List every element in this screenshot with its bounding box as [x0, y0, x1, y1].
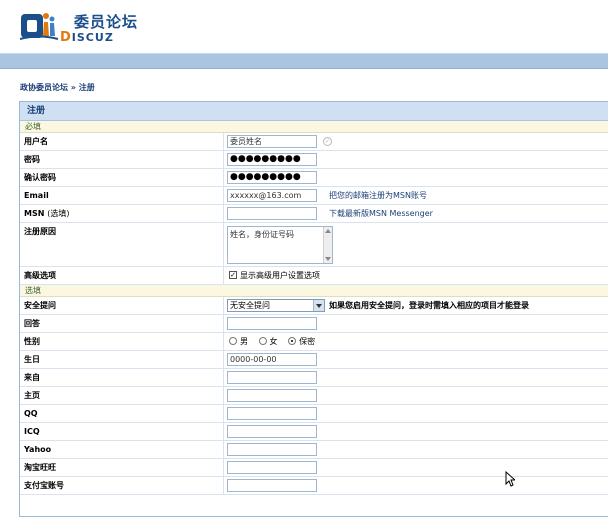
gender-option-female[interactable]: 女 [258, 337, 278, 346]
discuz-logo[interactable]: 委员论坛 DISCUZ [20, 8, 137, 45]
alipay-label: 支付宝账号 [24, 477, 224, 494]
icq-input[interactable] [227, 425, 317, 438]
textarea-scrollbar[interactable] [323, 227, 332, 263]
birthday-label: 生日 [24, 351, 224, 368]
chevron-down-icon[interactable] [313, 300, 324, 311]
qq-input[interactable] [227, 407, 317, 420]
nav-bar [0, 53, 608, 69]
msn-register-link[interactable]: 把您的邮箱注册为MSN账号 [329, 187, 427, 204]
security-question-row: 安全提问 无安全提问 如果您启用安全提问，登录时需填入相应的项目才能登录 [20, 297, 608, 315]
location-label: 来自 [24, 369, 224, 386]
gender-option-secret[interactable]: 保密 [288, 337, 315, 346]
logo-figure-icon [20, 13, 58, 40]
email-row: Email xxxxxx@163.com 把您的邮箱注册为MSN账号 [20, 187, 608, 205]
confirm-password-row: 确认密码 ●●●●●●●●● [20, 169, 608, 187]
password-row: 密码 ●●●●●●●●● [20, 151, 608, 169]
yahoo-row: Yahoo [20, 441, 608, 459]
qq-label: QQ [24, 405, 224, 422]
advanced-options-label[interactable]: 显示高级用户设置选项 [240, 267, 320, 284]
location-input[interactable] [227, 371, 317, 384]
answer-label: 回答 [24, 315, 224, 332]
password-input[interactable]: ●●●●●●●●● [227, 153, 317, 166]
breadcrumb: 政协委员论坛 » 注册 [20, 82, 95, 93]
advanced-label: 高级选项 [24, 267, 224, 284]
yahoo-label: Yahoo [24, 441, 224, 458]
birthday-row: 生日 0000-00-00 [20, 351, 608, 369]
reason-label: 注册原因 [24, 223, 224, 266]
taobao-row: 淘宝旺旺 [20, 459, 608, 477]
logo-subtitle: DISCUZ [60, 30, 114, 45]
alipay-row: 支付宝账号 [20, 477, 608, 495]
reason-textarea[interactable]: 姓名，身份证号码 [227, 226, 333, 264]
icq-label: ICQ [24, 423, 224, 440]
gender-option-male[interactable]: 男 [229, 337, 248, 346]
homepage-row: 主页 [20, 387, 608, 405]
advanced-row: 高级选项 ✓ 显示高级用户设置选项 [20, 267, 608, 285]
register-form: 注册 必填 用户名 委员姓名 ✓ 密码 ●●●●●●●●● 确认密码 ●●●●●… [19, 101, 608, 517]
username-row: 用户名 委员姓名 ✓ [20, 133, 608, 151]
taobao-input[interactable] [227, 461, 317, 474]
location-row: 来自 [20, 369, 608, 387]
username-label: 用户名 [24, 133, 224, 150]
confirm-password-label: 确认密码 [24, 169, 224, 186]
advanced-options-checkbox[interactable]: ✓ [229, 271, 237, 279]
username-input[interactable]: 委员姓名 [227, 135, 317, 148]
alipay-input[interactable] [227, 479, 317, 492]
msn-label: MSN (选填) [24, 205, 224, 222]
birthday-input[interactable]: 0000-00-00 [227, 353, 317, 366]
email-input[interactable]: xxxxxx@163.com [227, 189, 317, 202]
check-circle-icon: ✓ [323, 137, 332, 146]
answer-input[interactable] [227, 317, 317, 330]
form-title: 注册 [20, 102, 608, 121]
reason-row: 注册原因 姓名，身份证号码 [20, 223, 608, 267]
security-question-select[interactable]: 无安全提问 [227, 299, 325, 312]
required-section-header: 必填 [20, 121, 608, 133]
taobao-label: 淘宝旺旺 [24, 459, 224, 476]
homepage-input[interactable] [227, 389, 317, 402]
security-question-hint: 如果您启用安全提问，登录时需填入相应的项目才能登录 [329, 301, 529, 310]
password-label: 密码 [24, 151, 224, 168]
breadcrumb-current: 注册 [78, 83, 95, 92]
confirm-password-input[interactable]: ●●●●●●●●● [227, 171, 317, 184]
breadcrumb-home-link[interactable]: 政协委员论坛 [20, 83, 68, 92]
page-header: 委员论坛 DISCUZ [0, 0, 608, 52]
msn-input[interactable] [227, 207, 317, 220]
answer-row: 回答 [20, 315, 608, 333]
qq-row: QQ [20, 405, 608, 423]
mouse-pointer-icon [505, 471, 515, 487]
msn-row: MSN (选填) 下载最新版MSN Messenger [20, 205, 608, 223]
msn-download-link[interactable]: 下载最新版MSN Messenger [329, 205, 433, 222]
breadcrumb-separator: » [70, 83, 76, 92]
logo-title: 委员论坛 [74, 13, 139, 31]
icq-row: ICQ [20, 423, 608, 441]
gender-label: 性别 [24, 333, 224, 350]
email-label: Email [24, 187, 224, 204]
yahoo-input[interactable] [227, 443, 317, 456]
gender-radio-group: 男 女 保密 [229, 333, 323, 350]
homepage-label: 主页 [24, 387, 224, 404]
gender-row: 性别 男 女 保密 [20, 333, 608, 351]
optional-section-header: 选填 [20, 285, 608, 297]
security-question-label: 安全提问 [24, 297, 224, 314]
